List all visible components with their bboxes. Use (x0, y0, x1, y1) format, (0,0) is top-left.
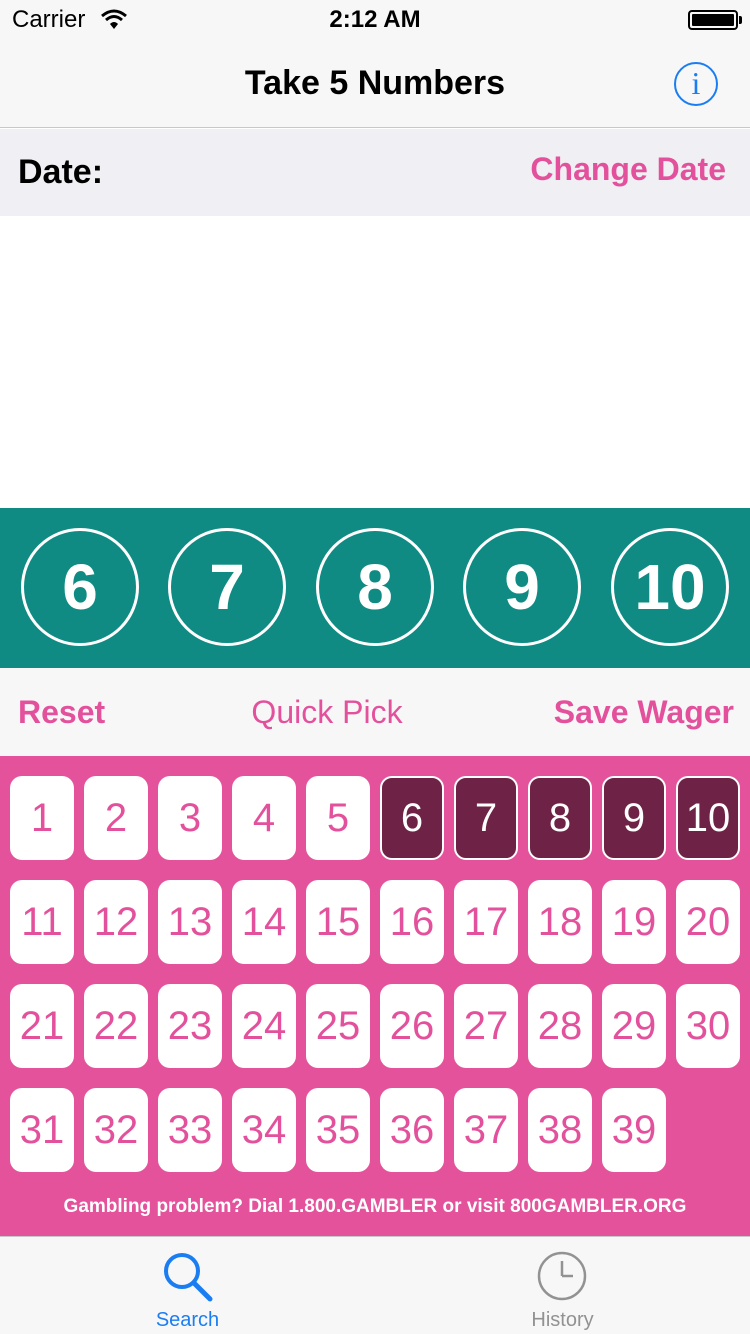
selected-number-circle: 8 (316, 528, 434, 646)
number-button-28[interactable]: 28 (528, 984, 592, 1068)
number-button-18[interactable]: 18 (528, 880, 592, 964)
number-button-22[interactable]: 22 (84, 984, 148, 1068)
tab-history[interactable]: History (375, 1237, 750, 1334)
number-button-26[interactable]: 26 (380, 984, 444, 1068)
clock-icon (537, 1251, 587, 1301)
status-bar: Carrier 2:12 AM (0, 0, 750, 40)
selected-number-circle: 7 (168, 528, 286, 646)
number-button-25[interactable]: 25 (306, 984, 370, 1068)
number-button-17[interactable]: 17 (454, 880, 518, 964)
number-button-32[interactable]: 32 (84, 1088, 148, 1172)
number-button-37[interactable]: 37 (454, 1088, 518, 1172)
number-button-2[interactable]: 2 (84, 776, 148, 860)
tab-history-label: History (531, 1309, 594, 1331)
info-button[interactable]: i (674, 62, 718, 106)
selected-number-circle: 10 (611, 528, 729, 646)
number-button-27[interactable]: 27 (454, 984, 518, 1068)
search-icon (164, 1253, 213, 1302)
number-button-8[interactable]: 8 (528, 776, 592, 860)
number-button-10[interactable]: 10 (676, 776, 740, 860)
battery-icon (688, 10, 742, 30)
number-button-21[interactable]: 21 (10, 984, 74, 1068)
navigation-bar: Take 5 Numbers i (0, 40, 750, 128)
save-wager-button[interactable]: Save Wager (554, 694, 734, 731)
number-button-15[interactable]: 15 (306, 880, 370, 964)
number-button-13[interactable]: 13 (158, 880, 222, 964)
action-row: Reset Quick Pick Save Wager (0, 668, 750, 756)
number-button-23[interactable]: 23 (158, 984, 222, 1068)
info-icon: i (691, 65, 701, 101)
number-button-3[interactable]: 3 (158, 776, 222, 860)
number-button-16[interactable]: 16 (380, 880, 444, 964)
number-button-38[interactable]: 38 (528, 1088, 592, 1172)
selected-number-circle: 9 (463, 528, 581, 646)
number-button-31[interactable]: 31 (10, 1088, 74, 1172)
number-button-24[interactable]: 24 (232, 984, 296, 1068)
number-button-12[interactable]: 12 (84, 880, 148, 964)
number-button-9[interactable]: 9 (602, 776, 666, 860)
number-button-19[interactable]: 19 (602, 880, 666, 964)
number-button-29[interactable]: 29 (602, 984, 666, 1068)
tab-bar: Search History (0, 1236, 750, 1334)
number-button-5[interactable]: 5 (306, 776, 370, 860)
date-row: Date: Change Date (0, 129, 750, 216)
number-button-14[interactable]: 14 (232, 880, 296, 964)
number-button-39[interactable]: 39 (602, 1088, 666, 1172)
number-button-30[interactable]: 30 (676, 984, 740, 1068)
change-date-button[interactable]: Change Date (530, 151, 726, 188)
number-grid: 1 2 3 4 5 6 7 8 9 10 11 12 13 14 15 16 17 18 19 20 21 22 23 24 2… (0, 756, 750, 1236)
number-button-35[interactable]: 35 (306, 1088, 370, 1172)
number-button-33[interactable]: 33 (158, 1088, 222, 1172)
number-button-34[interactable]: 34 (232, 1088, 296, 1172)
results-area (0, 216, 750, 508)
number-button-11[interactable]: 11 (10, 880, 74, 964)
selected-numbers-band: 6 7 8 9 10 (0, 508, 750, 668)
number-button-7[interactable]: 7 (454, 776, 518, 860)
date-label: Date: (18, 153, 104, 191)
number-button-6[interactable]: 6 (380, 776, 444, 860)
gambling-help-note: Gambling problem? Dial 1.800.GAMBLER or … (63, 1196, 687, 1217)
tab-search-label: Search (155, 1309, 220, 1331)
tab-search[interactable]: Search (0, 1237, 375, 1334)
page-title: Take 5 Numbers (244, 64, 506, 102)
number-button-1[interactable]: 1 (10, 776, 74, 860)
status-time: 2:12 AM (329, 6, 421, 33)
number-button-20[interactable]: 20 (676, 880, 740, 964)
number-button-36[interactable]: 36 (380, 1088, 444, 1172)
selected-number-circle: 6 (21, 528, 139, 646)
number-button-4[interactable]: 4 (232, 776, 296, 860)
